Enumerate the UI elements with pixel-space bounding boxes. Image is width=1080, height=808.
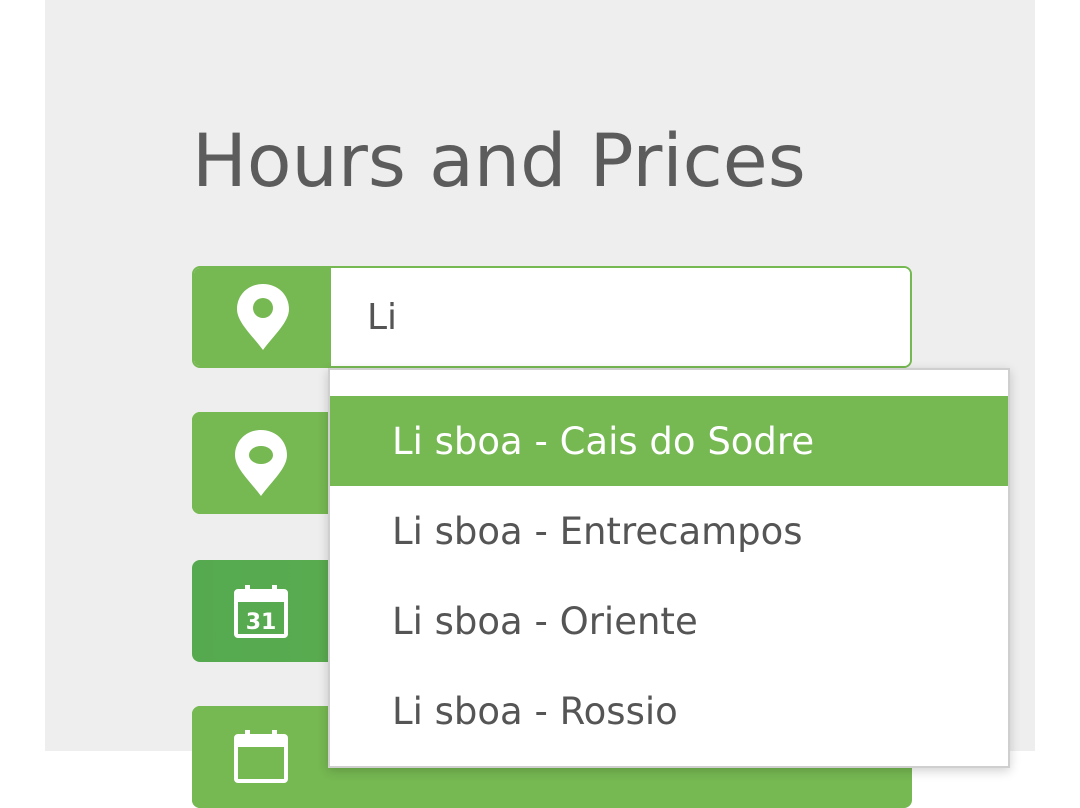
autocomplete-item[interactable]: Li sboa - Rossio (330, 666, 1008, 756)
map-pin-icon (234, 430, 287, 496)
autocomplete-item[interactable]: Li sboa - Oriente (330, 576, 1008, 666)
calendar-icon (233, 730, 288, 783)
calendar-day-number: 31 (245, 610, 276, 635)
origin-input[interactable] (331, 268, 910, 366)
destination-icon-box (192, 412, 329, 514)
departure-date-icon-box: 31 (192, 560, 329, 662)
return-date-icon-box (192, 706, 329, 808)
calendar-icon: 31 (233, 585, 288, 638)
origin-icon-box (194, 268, 331, 366)
autocomplete-item[interactable]: Li sboa - Entrecampos (330, 486, 1008, 576)
autocomplete-item[interactable]: Li sboa - Cais do Sodre (330, 396, 1008, 486)
origin-field[interactable] (192, 266, 912, 368)
map-pin-icon (236, 284, 289, 350)
page-title: Hours and Prices (192, 119, 806, 204)
autocomplete-dropdown: Li sboa - Cais do Sodre Li sboa - Entrec… (328, 368, 1010, 768)
